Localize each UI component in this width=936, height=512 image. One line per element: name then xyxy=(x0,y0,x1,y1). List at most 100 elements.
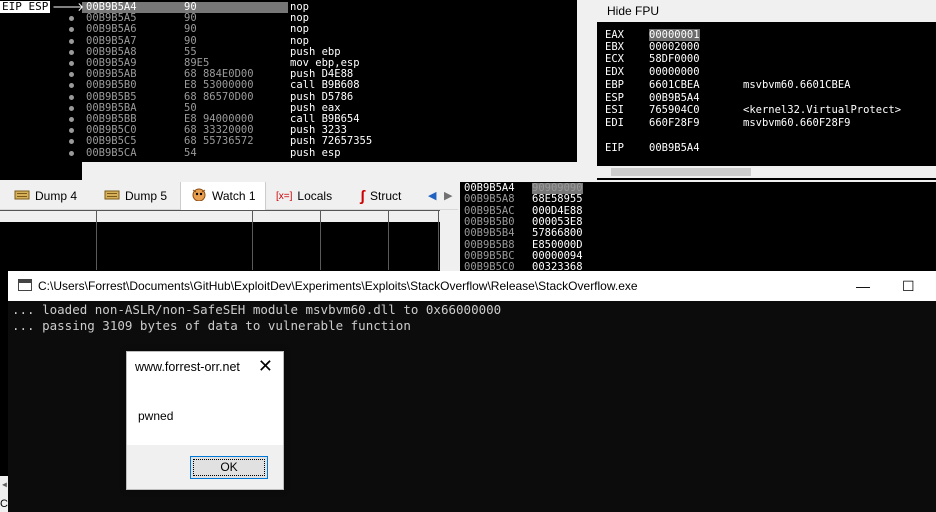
tab-label: Dump 5 xyxy=(125,189,168,203)
breakpoint-dot[interactable] xyxy=(69,105,74,111)
tab-dump-4[interactable]: Dump 4 xyxy=(10,182,100,210)
stack-address: 00B9B5A8 xyxy=(464,193,515,206)
opcode-bytes: E8 53000000 xyxy=(184,79,254,92)
breakpoint-dot[interactable] xyxy=(69,49,74,55)
registers-pane[interactable]: Hide FPU EAX 00000001 EBX 00002000 ECX 58DF00… xyxy=(597,0,936,180)
watch-vertical-scrollbar[interactable] xyxy=(440,210,458,272)
disasm-row[interactable]: 00B9B5B5 68 86570D00 push D5786 xyxy=(82,90,577,103)
eip-esp-label: EIP ESP xyxy=(0,0,51,13)
console-titlebar[interactable]: C:\Users\Forrest\Documents\GitHub\Exploi… xyxy=(8,271,936,301)
instruction: nop xyxy=(290,23,309,36)
gutter-footer xyxy=(0,162,82,180)
stack-row[interactable]: 00B9B5B8 E850000D xyxy=(464,238,664,251)
breakpoint-dot[interactable] xyxy=(69,139,74,145)
disasm-row[interactable]: 00B9B5A4 90 nop xyxy=(82,2,577,13)
tab-label: Dump 4 xyxy=(35,189,78,203)
disasm-row[interactable]: 00B9B5CA 54 push esp xyxy=(82,146,577,159)
opcode-bytes: 90 xyxy=(184,34,197,47)
register-row[interactable]: ESP 00B9B5A4 xyxy=(605,92,935,104)
breakpoint-dot[interactable] xyxy=(69,94,74,100)
stack-row[interactable]: 00B9B5B4 57866800 xyxy=(464,228,664,239)
column-divider xyxy=(320,210,321,270)
watch-icon xyxy=(191,183,207,211)
register-row[interactable]: ECX 58DF0000 xyxy=(605,53,935,65)
tab-label: Locals xyxy=(297,189,333,203)
instruction: push esp xyxy=(290,146,341,159)
register-comment: msvbvm60.660F28F9 xyxy=(743,117,851,129)
address: 00B9B5C5 xyxy=(86,135,137,148)
stack-row[interactable]: 00B9B5AC 000D4E88 xyxy=(464,204,664,217)
scroll-thumb[interactable] xyxy=(611,168,751,176)
tab-label: Struct xyxy=(370,189,402,203)
tab-locals[interactable]: [x=] Locals xyxy=(272,182,348,210)
register-name: EDI xyxy=(605,117,624,129)
tab-struct[interactable]: ʃ Struct xyxy=(356,182,426,210)
opcode-bytes: 68 86570D00 xyxy=(184,90,254,103)
disasm-row[interactable]: 00B9B5B0 E8 53000000 call B9B608 xyxy=(82,80,577,91)
stack-address: 00B9B5B8 xyxy=(464,238,515,251)
minimize-button[interactable]: — xyxy=(856,271,870,301)
left-edge-char: C xyxy=(0,498,8,510)
disasm-row[interactable]: 00B9B5C5 68 55736572 push 72657355 xyxy=(82,136,577,147)
disasm-row[interactable]: 00B9B5A5 90 nop xyxy=(82,13,577,24)
register-row[interactable]: EBP 6601CBEA msvbvm60.6601CBEA xyxy=(605,79,935,91)
locals-icon: [x=] xyxy=(276,190,293,202)
opcode-bytes: 68 55736572 xyxy=(184,135,254,148)
dialog-close-button[interactable]: ✕ xyxy=(258,356,273,377)
register-name: EAX xyxy=(605,29,624,41)
tab-dump-5[interactable]: Dump 5 xyxy=(100,182,180,210)
column-divider xyxy=(388,210,389,270)
register-row[interactable]: EIP 00B9B5A4 xyxy=(605,142,935,154)
breakpoint-dot[interactable] xyxy=(69,150,74,156)
hide-fpu-button[interactable]: Hide FPU xyxy=(597,0,936,22)
breakpoint-dot[interactable] xyxy=(69,117,74,122)
register-row[interactable]: EDX 00000000 xyxy=(605,66,935,78)
breakpoint-dot[interactable] xyxy=(69,16,74,22)
stack-value: 57866800 xyxy=(532,227,583,240)
register-name: EBP xyxy=(605,79,624,91)
dialog-title: www.forrest-orr.net xyxy=(135,360,240,374)
breakpoint-dot[interactable] xyxy=(69,83,74,89)
left-edge-arrow-icon: ◀ xyxy=(2,480,7,489)
disasm-row[interactable]: 00B9B5A6 90 nop xyxy=(82,24,577,35)
console-line: ... passing 3109 bytes of data to vulner… xyxy=(12,318,411,333)
register-value: 00000001 xyxy=(649,29,700,41)
dump-icon xyxy=(104,183,120,211)
dump-icon xyxy=(14,183,30,211)
disassembly-pane[interactable]: EIP ESP 🡒 00B9B5A4 90 nop 00B9B5A5 90 nop 00B9… xyxy=(0,0,577,162)
breakpoint-dot[interactable] xyxy=(69,27,74,33)
register-name: ESP xyxy=(605,92,624,104)
message-box[interactable]: www.forrest-orr.net ✕ pwned OK xyxy=(126,351,284,490)
ok-button[interactable]: OK xyxy=(190,456,268,479)
tab-scroll-left-icon[interactable]: ◀ xyxy=(426,182,440,210)
stack-pane[interactable]: 00B9B5A4 90909090 00B9B5A8 68E58955 00B9B5AC… xyxy=(460,182,936,273)
disasm-row[interactable]: 00B9B5A7 90 nop xyxy=(82,34,577,47)
register-row[interactable]: EDI 660F28F9 msvbvm60.660F28F9 xyxy=(605,117,935,129)
register-value: 00000000 xyxy=(649,66,700,78)
stack-value: E850000D xyxy=(532,238,583,251)
register-value: 660F28F9 xyxy=(649,117,700,129)
address: 00B9B5A6 xyxy=(86,23,137,36)
instruction: call B9B608 xyxy=(290,79,360,92)
register-row[interactable]: EBX 00002000 xyxy=(605,41,935,53)
breakpoint-dot[interactable] xyxy=(69,38,74,44)
register-row[interactable]: EAX 00000001 xyxy=(605,29,935,41)
maximize-button[interactable]: ☐ xyxy=(902,271,915,301)
stack-row[interactable]: 00B9B5A8 68E58955 xyxy=(464,194,664,205)
stack-value: 000D4E88 xyxy=(532,204,583,217)
register-name: EBX xyxy=(605,41,624,53)
breakpoint-dot[interactable] xyxy=(69,128,74,134)
breakpoint-dot[interactable] xyxy=(69,72,74,78)
tab-watch-1[interactable]: Watch 1 xyxy=(180,182,266,210)
regs-horizontal-scrollbar[interactable] xyxy=(597,166,936,178)
register-value: 00002000 xyxy=(649,41,700,53)
stack-address: 00B9B5AC xyxy=(464,204,515,217)
register-row[interactable]: ESI 765904C0 <kernel32.VirtualProtect> xyxy=(605,104,935,116)
bottom-tab-bar: Dump 4 Dump 5 Watch 1 [x=] Locals ʃ Struct… xyxy=(0,182,458,210)
register-value: 765904C0 xyxy=(649,104,700,116)
register-value: 00B9B5A4 xyxy=(649,142,700,154)
breakpoint-dot[interactable] xyxy=(69,61,74,66)
tab-scroll-right-icon[interactable]: ▶ xyxy=(442,182,456,210)
register-name: EIP xyxy=(605,142,624,154)
struct-icon: ʃ xyxy=(360,187,365,205)
